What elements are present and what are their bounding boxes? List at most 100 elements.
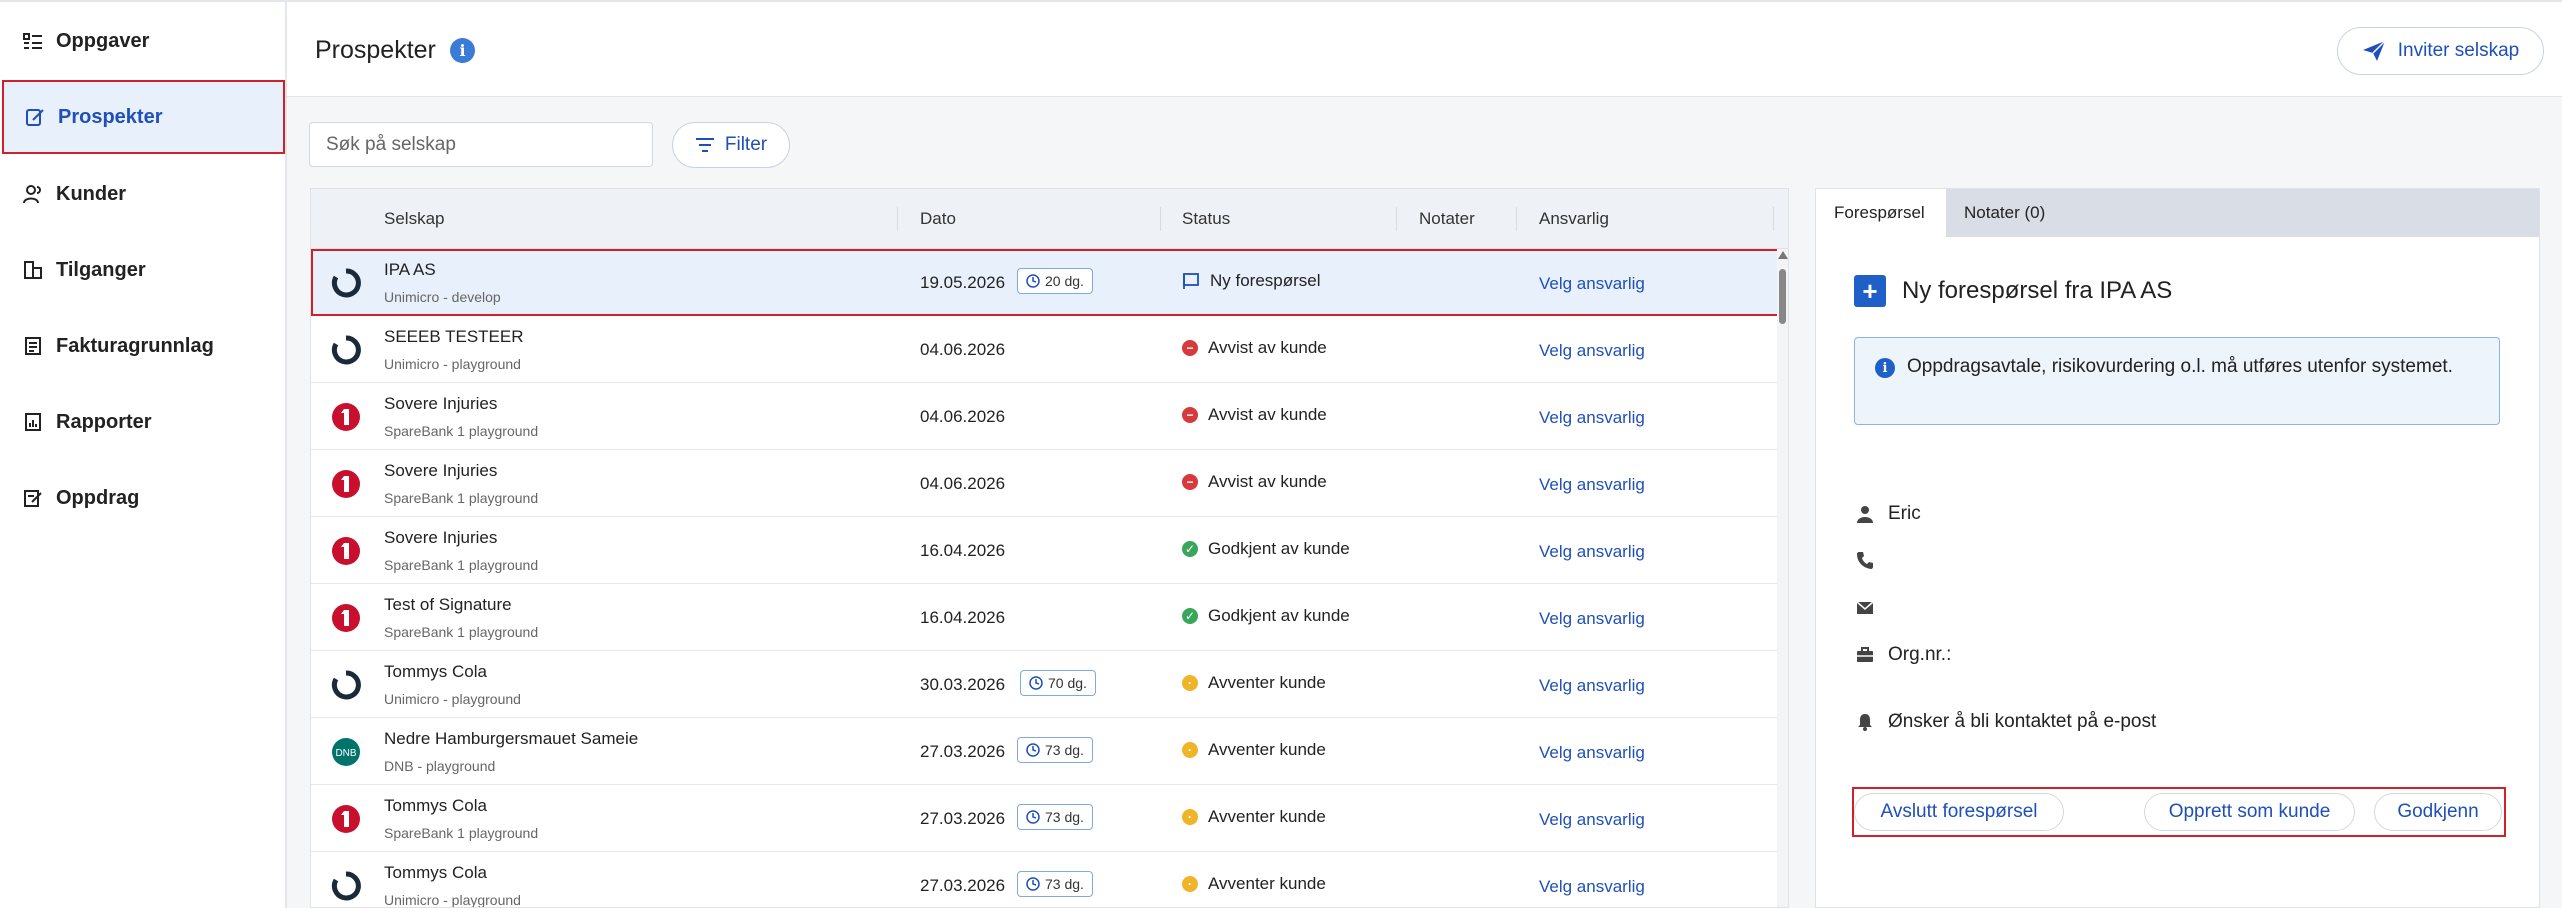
dnb-logo-icon: DNB [332,738,360,766]
table-row[interactable]: Test of Signature SpareBank 1 playground 1… [311,584,1779,651]
panel-tabs: Forespørsel Notater (0) [1816,189,2539,237]
assign-responsible-link[interactable]: Velg ansvarlig [1539,475,1645,495]
column-header-status[interactable]: Status [1182,209,1230,229]
invite-company-button[interactable]: Inviter selskap [2337,27,2544,75]
info-icon[interactable]: i [450,38,475,63]
waiting-status-icon: · [1182,675,1198,691]
column-header-selskap[interactable]: Selskap [384,209,444,229]
company-name: Tommys Cola [384,662,487,681]
status-text: Avvist av kunde [1208,472,1327,491]
table-row[interactable]: Sovere Injuries SpareBank 1 playground 04.… [311,383,1779,450]
waiting-status-icon: · [1182,809,1198,825]
task-list-icon [22,30,44,52]
scroll-up-arrow-icon[interactable] [1778,251,1788,259]
request-date: 27.03.2026 [920,742,1006,761]
clock-icon [1026,274,1040,288]
sidebar-item-tilganger[interactable]: Tilganger [2,233,285,307]
unimicro-logo-icon [331,871,361,901]
status-text: Avvist av kunde [1208,405,1327,424]
unimicro-logo-icon [331,335,361,365]
sidebar-item-fakturagrunnlag[interactable]: Fakturagrunnlag [2,309,285,383]
column-divider [1396,207,1397,231]
email-line [1856,599,1888,617]
days-value: 73 dg. [1045,742,1084,758]
status-cell: ✓ Godkjent av kunde [1182,539,1350,559]
table-row[interactable]: IPA AS Unimicro - develop 19.05.2026 20 dg.… [311,249,1779,316]
status-cell: − Avvist av kunde [1182,472,1327,492]
search-input[interactable] [309,122,653,167]
assign-responsible-link[interactable]: Velg ansvarlig [1539,743,1645,763]
table-row[interactable]: Sovere Injuries SpareBank 1 playground 16.… [311,517,1779,584]
request-date: 19.05.2026 [920,273,1006,292]
days-badge: 70 dg. [1020,670,1096,696]
info-alert: i Oppdragsavtale, risikovurdering o.l. m… [1854,337,2500,425]
table-row[interactable]: Tommys Cola Unimicro - playground 30.03.20… [311,651,1779,718]
table-row[interactable]: Tommys Cola Unimicro - playground 27.03.20… [311,852,1779,907]
sidebar-item-oppgaver[interactable]: Oppgaver [2,4,285,78]
table-row[interactable]: Tommys Cola SpareBank 1 playground 27.03.2… [311,785,1779,852]
status-text: Godkjent av kunde [1208,606,1350,625]
column-header-dato[interactable]: Dato [920,209,956,229]
status-cell: ✓ Godkjent av kunde [1182,606,1350,626]
company-name: Sovere Injuries [384,461,498,480]
status-cell: · Avventer kunde [1182,807,1326,827]
sidebar-item-prospekter[interactable]: Prospekter [2,80,285,154]
table-row[interactable]: SEEEB TESTEER Unimicro - playground 04.06.… [311,316,1779,383]
request-date: 30.03.2026 [920,675,1006,694]
column-divider [897,207,898,231]
assign-responsible-link[interactable]: Velg ansvarlig [1539,877,1645,897]
sparebank1-logo-icon [332,537,360,565]
scrollbar-thumb[interactable] [1779,269,1786,324]
days-badge: 73 dg. [1017,804,1093,830]
company-name: Sovere Injuries [384,394,498,413]
status-text: Avventer kunde [1208,807,1326,826]
assign-responsible-link[interactable]: Velg ansvarlig [1539,542,1645,562]
close-request-button[interactable]: Avslutt forespørsel [1854,793,2064,831]
column-divider [1160,207,1161,231]
tab-notater[interactable]: Notater (0) [1946,189,2063,237]
table-row[interactable]: DNB Nedre Hamburgersmauet Sameie DNB - pla… [311,718,1779,785]
request-date: 27.03.2026 [920,876,1006,895]
sidebar-item-oppdrag[interactable]: Oppdrag [2,461,285,535]
notification-preference: Ønsker å bli kontaktet på e-post [1888,711,2157,732]
mail-icon [1856,601,1874,614]
approved-status-icon: ✓ [1182,541,1198,557]
assign-responsible-link[interactable]: Velg ansvarlig [1539,676,1645,696]
filter-button[interactable]: Filter [672,122,790,168]
assign-responsible-link[interactable]: Velg ansvarlig [1539,609,1645,629]
request-date: 16.04.2026 [920,608,1006,627]
assign-responsible-link[interactable]: Velg ansvarlig [1539,274,1645,294]
table-scrollbar[interactable] [1777,249,1788,907]
waiting-status-icon: · [1182,742,1198,758]
assign-responsible-link[interactable]: Velg ansvarlig [1539,408,1645,428]
sidebar-item-kunder[interactable]: Kunder [2,157,285,231]
days-badge: 73 dg. [1017,871,1093,897]
people-icon [22,183,44,205]
status-text: Ny forespørsel [1210,271,1321,290]
column-header-notater[interactable]: Notater [1419,209,1475,229]
tab-foresporsel[interactable]: Forespørsel [1816,189,1946,237]
create-customer-button[interactable]: Opprett som kunde [2144,793,2355,831]
table-row[interactable]: Sovere Injuries SpareBank 1 playground 04.… [311,450,1779,517]
company-source: Unimicro - playground [384,356,521,372]
column-header-ansvarlig[interactable]: Ansvarlig [1539,209,1609,229]
send-icon [2362,40,2386,61]
sidebar-item-label: Fakturagrunnlag [56,334,214,357]
assign-responsible-link[interactable]: Velg ansvarlig [1539,810,1645,830]
company-source: SpareBank 1 playground [384,490,539,506]
sparebank1-logo-icon [332,604,360,632]
clock-icon [1026,743,1040,757]
svg-text:DNB: DNB [335,748,356,759]
company-source: Unimicro - develop [384,289,501,305]
request-date: 04.06.2026 [920,474,1006,493]
edit-note-icon [24,106,46,128]
status-cell: − Avvist av kunde [1182,338,1327,358]
assign-responsible-link[interactable]: Velg ansvarlig [1539,341,1645,361]
org-number-line: Org.nr.: [1856,644,1951,666]
phone-line [1856,551,1888,569]
approve-button[interactable]: Godkjenn [2374,793,2502,831]
status-text: Avvist av kunde [1208,338,1327,357]
request-detail-panel: Forespørsel Notater (0) + Ny forespørsel… [1815,188,2540,908]
sidebar-item-rapporter[interactable]: Rapporter [2,385,285,459]
sparebank1-logo-icon [332,403,360,431]
